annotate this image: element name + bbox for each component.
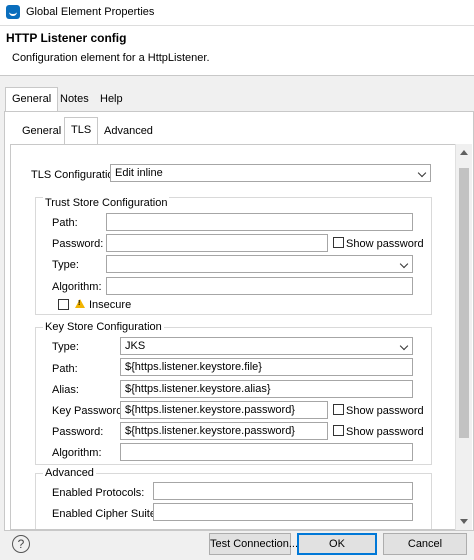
key-store-type-label: Type: [52, 341, 79, 353]
window-titlebar: Global Element Properties [0, 0, 474, 26]
ok-button[interactable]: OK [297, 533, 377, 555]
insecure-label: Insecure [89, 299, 132, 311]
trust-store-password-input[interactable] [106, 234, 328, 252]
cancel-button[interactable]: Cancel [383, 533, 467, 555]
warning-icon [75, 299, 85, 308]
key-password-input[interactable]: ${https.listener.keystore.password} [120, 401, 328, 419]
enabled-cipher-suites-input[interactable] [153, 503, 413, 521]
key-store-alias-input[interactable]: ${https.listener.keystore.alias} [120, 380, 413, 398]
enabled-protocols-input[interactable] [153, 482, 413, 500]
window-title: Global Element Properties [26, 6, 155, 18]
scroll-thumb[interactable] [459, 168, 469, 438]
tls-settings-panel: TLS Configuration Edit inline Trust Stor… [10, 144, 472, 530]
trust-store-show-password-label: Show password [346, 238, 424, 250]
dialog-title: HTTP Listener config [6, 31, 127, 45]
key-password-show-label: Show password [346, 405, 424, 417]
trust-store-path-input[interactable] [106, 213, 413, 231]
trust-store-type-select[interactable] [106, 255, 413, 273]
key-password-show-checkbox[interactable] [333, 404, 344, 415]
key-store-title: Key Store Configuration [43, 321, 164, 333]
tab-advanced[interactable]: Advanced [98, 119, 159, 143]
vertical-scrollbar[interactable] [455, 144, 472, 530]
tab-help[interactable]: Help [94, 88, 129, 112]
trust-store-password-label: Password: [52, 238, 104, 250]
tab-general[interactable]: General [5, 87, 59, 112]
key-store-password-input[interactable]: ${https.listener.keystore.password} [120, 422, 328, 440]
advanced-title: Advanced [43, 467, 96, 479]
key-store-algorithm-input[interactable] [120, 443, 413, 461]
trust-store-algorithm-input[interactable] [106, 277, 413, 295]
dialog-footer: ? Test Connection... OK Cancel [0, 531, 474, 560]
outer-tab-bar: General Notes Help [0, 84, 474, 112]
tls-configuration-value: Edit inline [115, 167, 163, 179]
chevron-down-icon [399, 259, 409, 269]
trust-store-path-label: Path: [52, 217, 78, 229]
trust-store-type-label: Type: [52, 259, 79, 271]
key-store-path-label: Path: [52, 363, 78, 375]
key-store-path-input[interactable]: ${https.listener.keystore.file} [120, 358, 413, 376]
dialog-header: HTTP Listener config Configuration eleme… [0, 26, 474, 76]
key-store-show-password-checkbox[interactable] [333, 425, 344, 436]
trust-store-algorithm-label: Algorithm: [52, 281, 102, 293]
trust-store-title: Trust Store Configuration [43, 197, 170, 209]
key-store-type-value: JKS [125, 340, 146, 352]
trust-store-show-password-checkbox[interactable] [333, 237, 344, 248]
key-store-password-label: Password: [52, 426, 104, 438]
key-store-type-select[interactable]: JKS [120, 337, 413, 355]
tab-inner-general[interactable]: General [16, 119, 67, 143]
enabled-cipher-suites-label: Enabled Cipher Suites: [52, 508, 165, 520]
tab-tls[interactable]: TLS [64, 117, 99, 144]
scroll-up-arrow-icon[interactable] [460, 150, 468, 155]
test-connection-button[interactable]: Test Connection... [209, 533, 298, 555]
chevron-down-icon [399, 341, 409, 351]
dialog-description: Configuration element for a HttpListener… [12, 52, 210, 64]
key-store-alias-label: Alias: [52, 384, 79, 396]
tls-configuration-label: TLS Configuration [31, 169, 120, 181]
enabled-protocols-label: Enabled Protocols: [52, 487, 145, 499]
help-icon[interactable]: ? [12, 535, 30, 553]
chevron-down-icon [417, 168, 427, 178]
app-icon [6, 5, 20, 19]
key-password-label: Key Password: [52, 405, 126, 417]
key-store-show-password-label: Show password [346, 426, 424, 438]
key-store-algorithm-label: Algorithm: [52, 447, 102, 459]
scroll-down-arrow-icon[interactable] [460, 519, 468, 524]
insecure-checkbox[interactable] [58, 299, 69, 310]
tab-notes[interactable]: Notes [54, 88, 95, 112]
tls-configuration-select[interactable]: Edit inline [110, 164, 431, 182]
